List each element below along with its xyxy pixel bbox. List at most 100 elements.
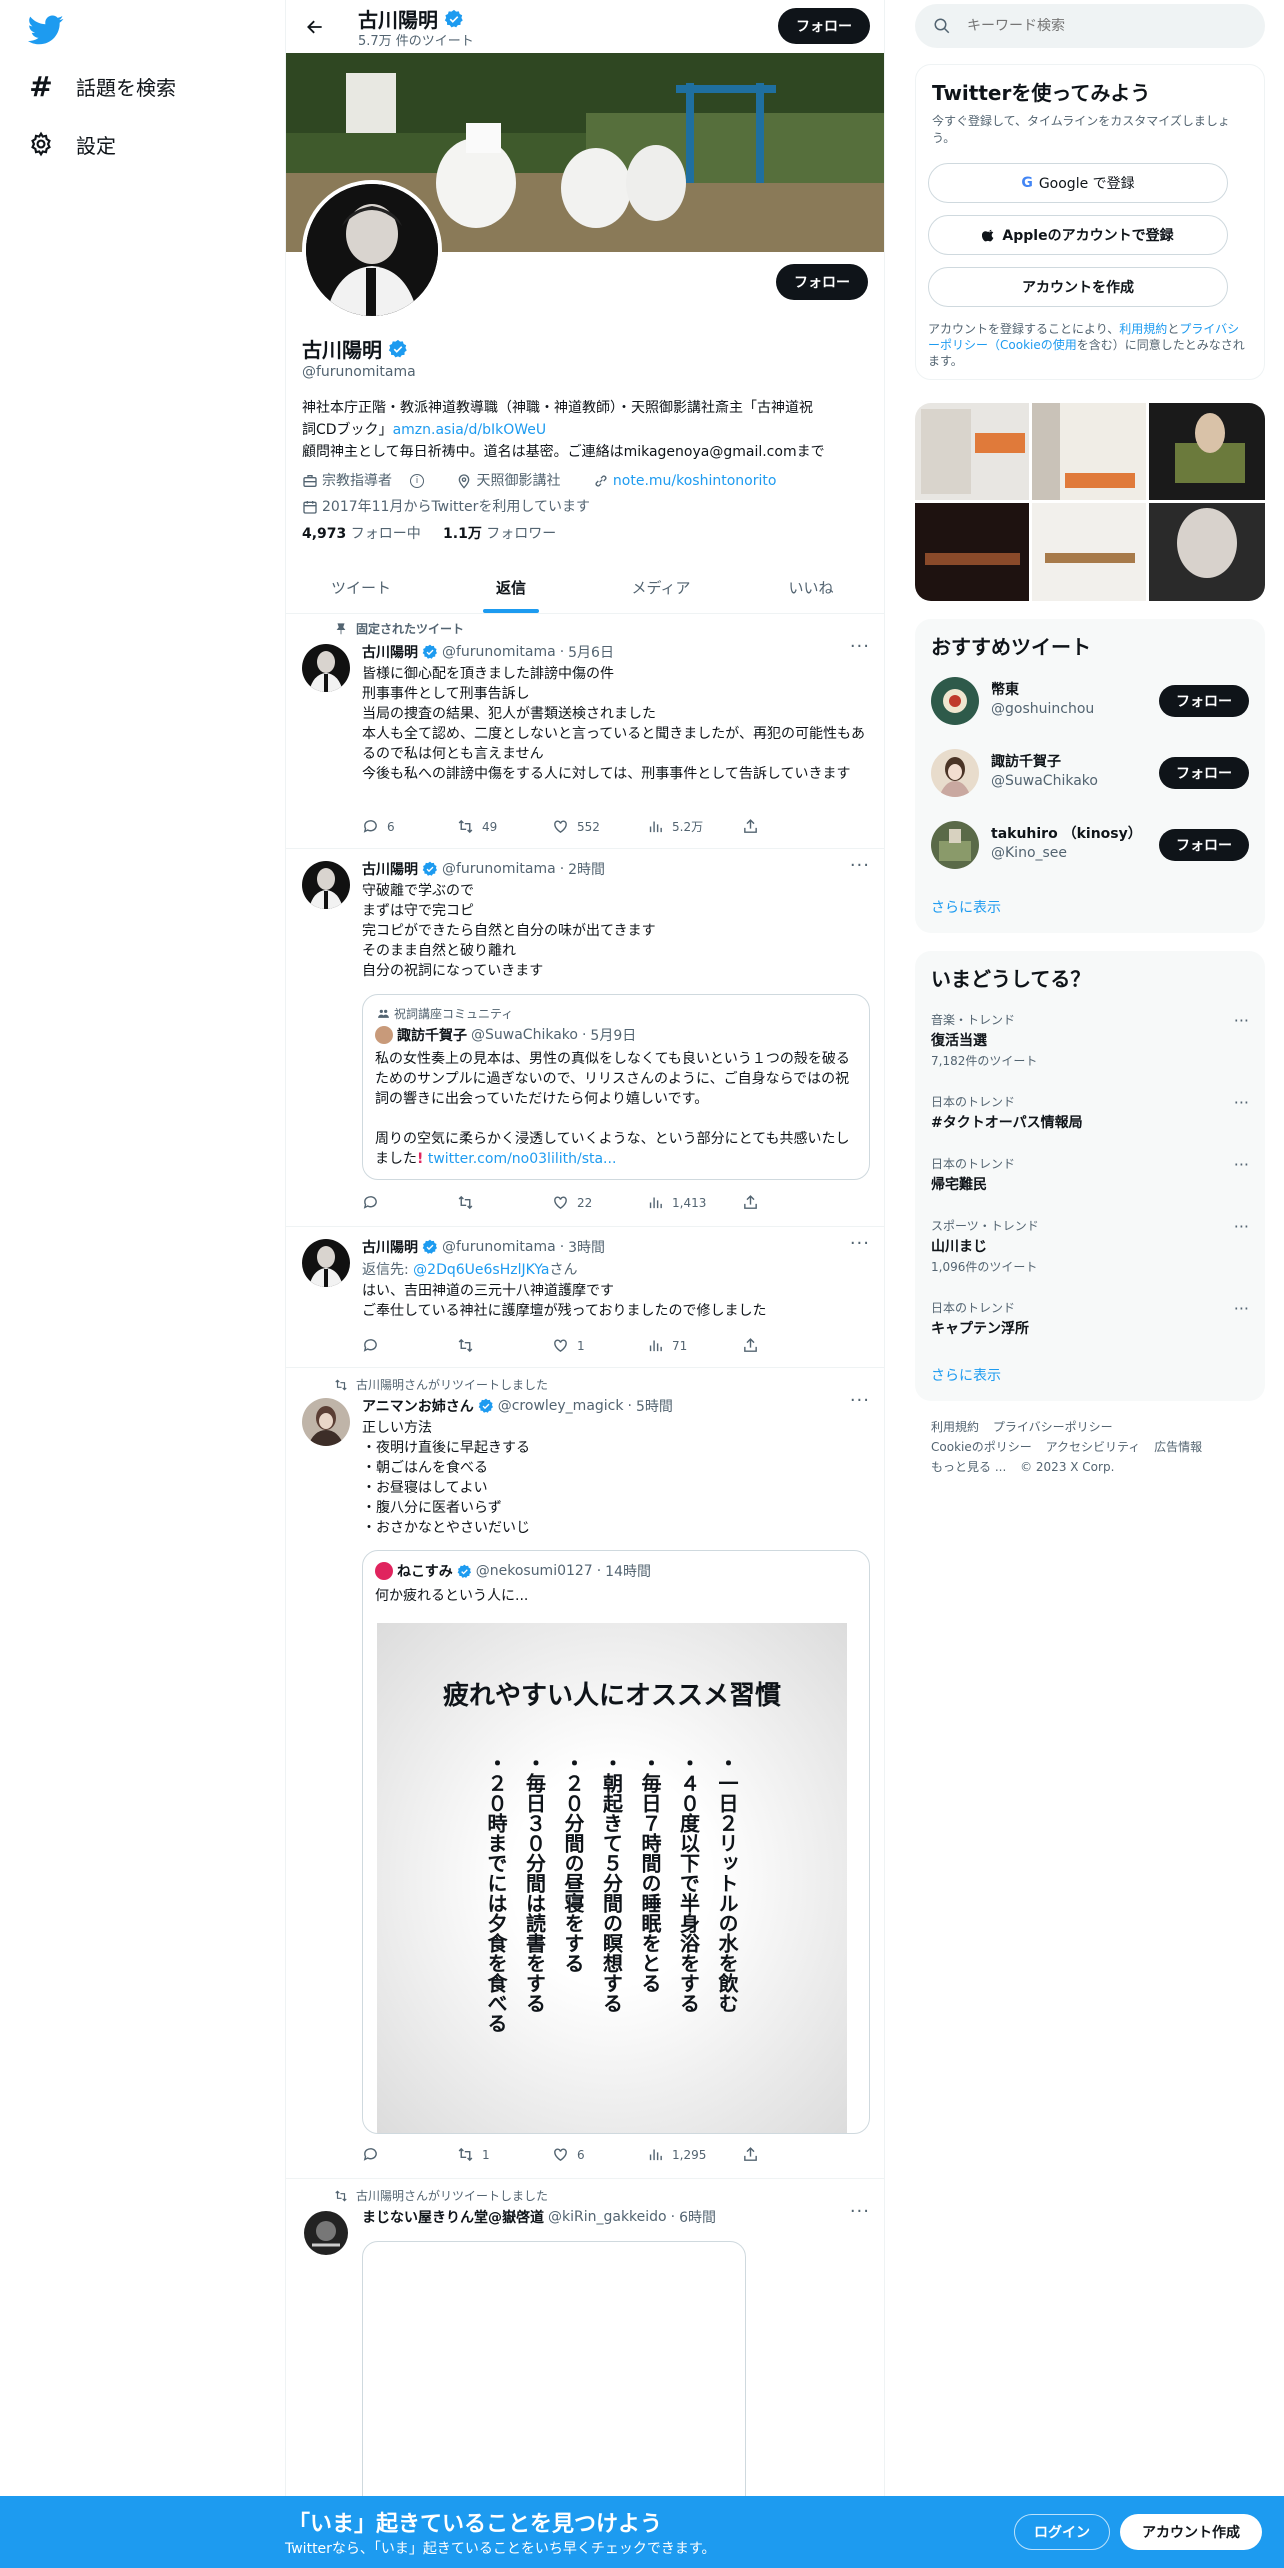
- tweet[interactable]: 固定されたツイート 古川陽明 @furunomitama · 5月6日 皆様に御…: [286, 614, 884, 849]
- twitter-logo-icon[interactable]: [28, 12, 64, 48]
- profile-avatar[interactable]: [302, 180, 442, 320]
- views-button[interactable]: 5.2万: [647, 818, 742, 835]
- footer-link[interactable]: Cookieのポリシー: [931, 1440, 1032, 1454]
- tweet-time[interactable]: 5月6日: [568, 642, 614, 662]
- reply-button[interactable]: [362, 1194, 457, 1211]
- more-options-icon[interactable]: ···: [1234, 1155, 1249, 1174]
- tab-tweets[interactable]: ツイート: [286, 561, 436, 613]
- tweet-author-name[interactable]: 古川陽明: [362, 642, 418, 662]
- reply-button[interactable]: 6: [362, 818, 457, 835]
- profile-follow-button[interactable]: フォロー: [776, 264, 868, 300]
- like-button[interactable]: 552: [552, 818, 647, 835]
- avatar[interactable]: [302, 2209, 350, 2257]
- avatar[interactable]: [302, 1398, 350, 1446]
- trends-show-more[interactable]: さらに表示: [931, 1365, 1001, 1385]
- share-button[interactable]: [742, 2146, 837, 2163]
- retweet-button[interactable]: 1: [457, 2146, 552, 2163]
- more-options-icon[interactable]: ···: [1234, 1011, 1249, 1030]
- more-options-icon[interactable]: ···: [1234, 1093, 1249, 1112]
- tweet-author-name[interactable]: まじない屋きりん堂@嶽啓道: [362, 2207, 544, 2227]
- retweeted-by-label[interactable]: 古川陽明さんがリツイートしました: [356, 1376, 548, 1393]
- tweet-author-name[interactable]: アニマンお姉さん: [362, 1396, 474, 1416]
- search-box[interactable]: [915, 4, 1265, 48]
- followers-link[interactable]: 1.1万 フォロワー: [443, 526, 556, 542]
- signup-button[interactable]: アカウント作成: [1120, 2514, 1262, 2550]
- info-icon[interactable]: i: [410, 474, 424, 488]
- search-input[interactable]: [967, 18, 1227, 34]
- following-link[interactable]: 4,973 フォロー中: [302, 526, 421, 542]
- recommended-user[interactable]: takuhiro （kinosy） @Kino_see フォロー: [931, 815, 1249, 875]
- tab-likes[interactable]: いいね: [736, 561, 884, 613]
- trend-item[interactable]: 音楽・トレンド 復活当選 7,182件のツイート ···: [931, 1011, 1249, 1069]
- quote-image[interactable]: 疲れやすい人にオススメ習慣 ・一日２リットルの水を飲む ・４０度以下で半身浴をす…: [377, 1623, 847, 2133]
- tweet-time[interactable]: 5時間: [636, 1396, 673, 1416]
- tweet-time[interactable]: 2時間: [568, 859, 605, 879]
- login-button[interactable]: ログイン: [1014, 2514, 1110, 2550]
- nav-settings[interactable]: 設定: [28, 124, 116, 164]
- trend-item[interactable]: スポーツ・トレンド 山川まじ 1,096件のツイート ···: [931, 1217, 1249, 1275]
- tweet-author-handle[interactable]: @furunomitama: [442, 861, 556, 877]
- more-options-icon[interactable]: ···: [850, 636, 870, 657]
- tweet[interactable]: 古川陽明 @furunomitama · 3時間 返信先: @2Dq6Ue6sH…: [286, 1227, 884, 1368]
- footer-link[interactable]: 利用規約: [931, 1420, 979, 1434]
- quote-link[interactable]: twitter.com/no03lilith/sta...: [428, 1151, 617, 1167]
- more-options-icon[interactable]: ···: [1234, 1299, 1249, 1318]
- profile-url-link[interactable]: note.mu/koshintonorito: [613, 470, 777, 492]
- share-button[interactable]: [742, 1194, 837, 1211]
- tweet[interactable]: 古川陽明 @furunomitama · 2時間 守破離で学ぶので まずは守で完…: [286, 849, 884, 1227]
- trend-item[interactable]: 日本のトレンド キャプテン浮所 ···: [931, 1299, 1249, 1338]
- reply-to-link[interactable]: @2Dq6Ue6sHzlJKYa: [413, 1262, 549, 1278]
- google-signup-button[interactable]: G Google で登録: [928, 163, 1228, 203]
- retweet-button[interactable]: [457, 1337, 552, 1354]
- more-options-icon[interactable]: ···: [850, 1390, 870, 1411]
- recommended-user[interactable]: 諏訪千賀子 @SuwaChikako フォロー: [931, 743, 1249, 803]
- views-button[interactable]: 1,295: [647, 2146, 742, 2163]
- views-button[interactable]: 1,413: [647, 1194, 742, 1211]
- tab-media[interactable]: メディア: [586, 561, 736, 613]
- avatar[interactable]: [302, 1239, 350, 1287]
- follow-button[interactable]: フォロー: [1159, 757, 1249, 789]
- recommended-show-more[interactable]: さらに表示: [931, 897, 1001, 917]
- media-grid[interactable]: [915, 403, 1265, 601]
- terms-link[interactable]: 利用規約: [1119, 322, 1167, 336]
- footer-link[interactable]: アクセシビリティ: [1046, 1440, 1141, 1454]
- quoted-tweet[interactable]: ねこすみ @nekosumi0127 · 14時間 何か疲れるという人に... …: [362, 1550, 870, 2134]
- retweeted-by-label[interactable]: 古川陽明さんがリツイートしました: [356, 2187, 548, 2204]
- footer-link[interactable]: 広告情報: [1154, 1440, 1202, 1454]
- reply-button[interactable]: [362, 2146, 457, 2163]
- like-button[interactable]: 22: [552, 1194, 647, 1211]
- tab-replies[interactable]: 返信: [436, 561, 586, 613]
- reply-button[interactable]: [362, 1337, 457, 1354]
- more-options-icon[interactable]: ···: [850, 1233, 870, 1254]
- quoted-tweet[interactable]: 祝詞講座コミュニティ 諏訪千賀子 @SuwaChikako · 5月9日 私の女…: [362, 994, 870, 1180]
- tweet-author-handle[interactable]: @kiRin_gakkeido: [548, 2209, 667, 2225]
- tweet-author-name[interactable]: 古川陽明: [362, 1237, 418, 1257]
- tweet-time[interactable]: 3時間: [568, 1237, 605, 1257]
- back-button[interactable]: [298, 10, 332, 44]
- header-follow-button[interactable]: フォロー: [778, 8, 870, 44]
- like-button[interactable]: 6: [552, 2146, 647, 2163]
- tweet-author-name[interactable]: 古川陽明: [362, 859, 418, 879]
- nav-explore[interactable]: # 話題を検索: [28, 66, 176, 106]
- tweet-author-handle[interactable]: @crowley_magick: [498, 1398, 624, 1414]
- share-button[interactable]: [742, 818, 837, 835]
- bio-link[interactable]: amzn.asia/d/bIkOWeU: [393, 422, 547, 438]
- apple-signup-button[interactable]: Appleのアカウントで登録: [928, 215, 1228, 255]
- trend-item[interactable]: 日本のトレンド #タクトオーパス情報局 ···: [931, 1093, 1249, 1132]
- tweet-time[interactable]: 6時間: [679, 2207, 716, 2227]
- avatar[interactable]: [302, 861, 350, 909]
- follow-button[interactable]: フォロー: [1159, 829, 1249, 861]
- recommended-user[interactable]: 幣東 @goshuinchou フォロー: [931, 671, 1249, 731]
- follow-button[interactable]: フォロー: [1159, 685, 1249, 717]
- footer-link[interactable]: もっと見る ...: [931, 1460, 1006, 1474]
- tweet-author-handle[interactable]: @furunomitama: [442, 1239, 556, 1255]
- like-button[interactable]: 1: [552, 1337, 647, 1354]
- retweet-button[interactable]: 49: [457, 818, 552, 835]
- retweet-button[interactable]: [457, 1194, 552, 1211]
- tweet[interactable]: 古川陽明さんがリツイートしました アニマンお姉さん @crowley_magic…: [286, 1368, 884, 2179]
- share-button[interactable]: [742, 1337, 837, 1354]
- avatar[interactable]: [302, 644, 350, 692]
- more-options-icon[interactable]: ···: [850, 855, 870, 876]
- create-account-button[interactable]: アカウントを作成: [928, 267, 1228, 307]
- footer-link[interactable]: プライバシーポリシー: [993, 1420, 1113, 1434]
